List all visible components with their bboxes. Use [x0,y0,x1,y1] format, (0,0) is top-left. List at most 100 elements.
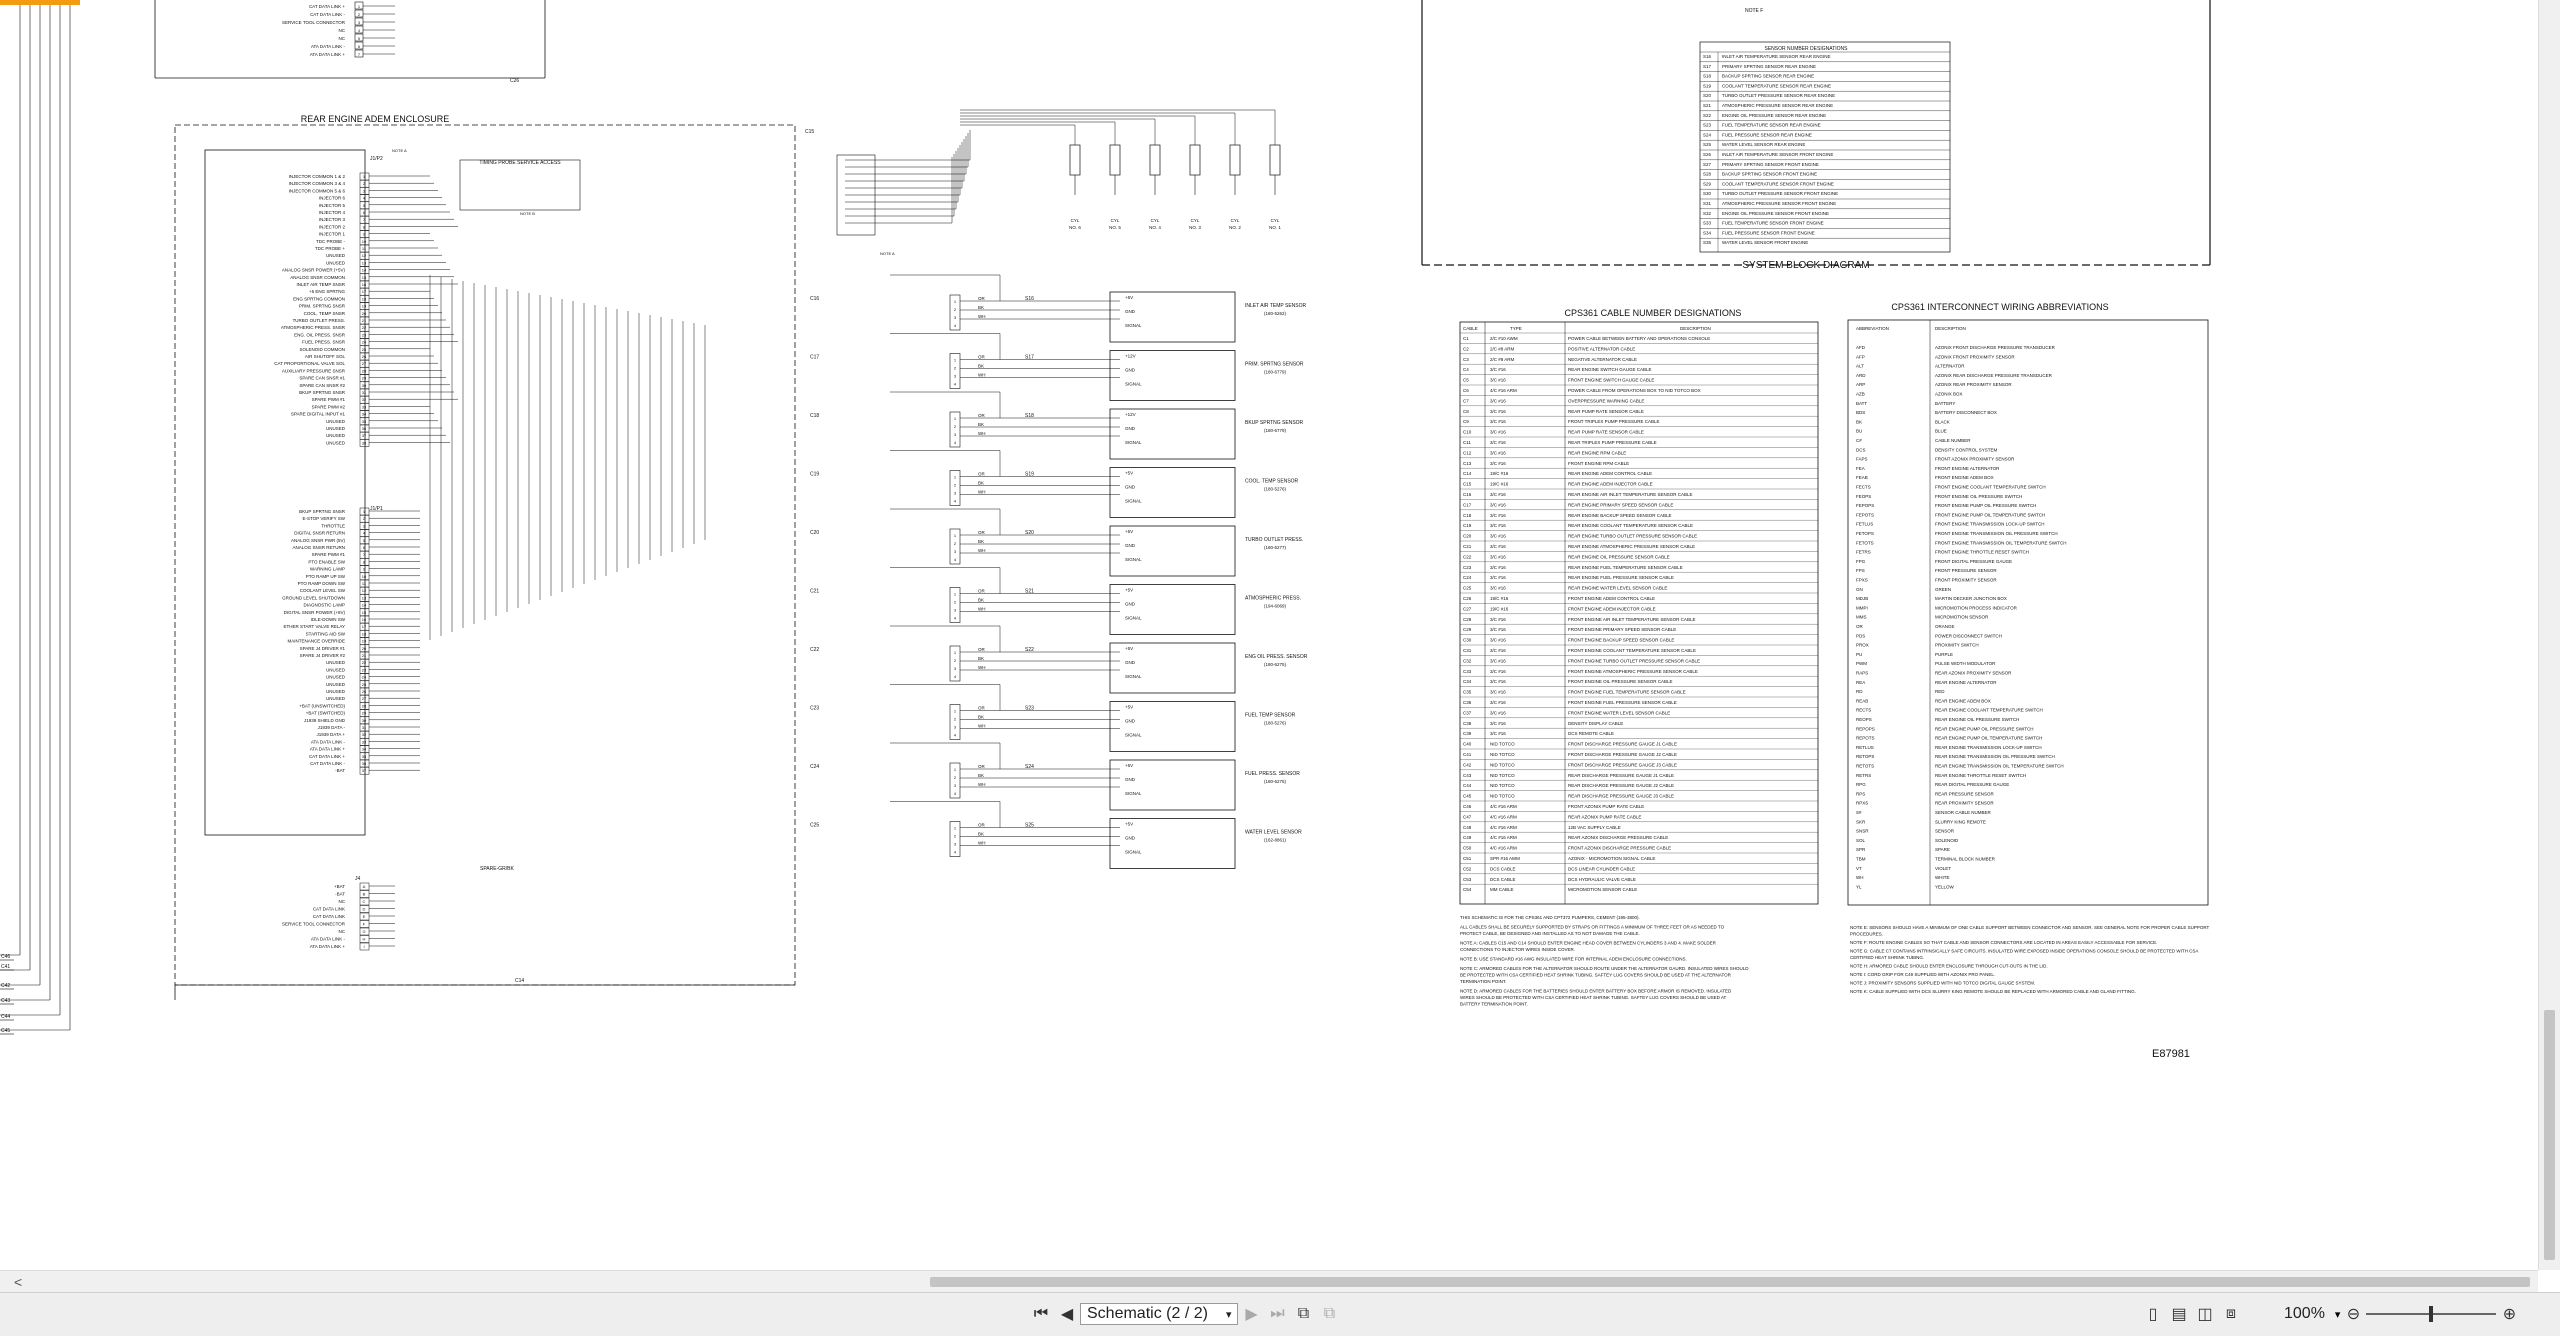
cable-code: C9 [1463,419,1469,424]
sensor-table-desc: WATER LEVEL SENSOR REAR ENGINE [1722,142,1805,147]
abbr-desc: YELLOW [1935,884,1955,889]
pin-number: 4 [954,791,957,796]
cable-desc: REAR ENGINE ADEM CONTROL CABLE [1568,471,1652,476]
pin-number: 37 [362,768,367,773]
adem-pin-label: UNUSED [326,682,346,687]
next-page-button[interactable]: ▶ [1240,1303,1262,1325]
adem-pin-label: ENG. OIL PRESS. SNSR [294,332,346,337]
cable-type: 3/C #16 [1490,586,1506,591]
zoom-out-icon[interactable]: ⊖ [2342,1303,2364,1325]
zoom-in-icon[interactable]: ⊕ [2498,1303,2520,1325]
pin-number: 34 [362,412,367,417]
adem-pin-label: SPARE CAN SNSR #1 [299,376,345,381]
sensor-table-code: S26 [1703,152,1712,157]
note-a-label: NOTE A [392,148,407,153]
pin-number: 4 [954,440,957,445]
pin-number: 2 [954,717,957,722]
sensor-part-number: (180-5262) [1264,311,1287,316]
abbr-code: MMS [1856,615,1867,620]
cylinder-label: NO. 4 [1149,225,1161,230]
cable-desc: DCS LINEAR CYLINDER CABLE [1568,866,1635,871]
pin-number: 3 [954,432,957,437]
cable-type: 4/C #16 ARM [1490,804,1517,809]
abbr-code: FEOPS [1856,494,1871,499]
single-page-view-icon[interactable]: ▯ [2142,1303,2164,1325]
cable-type: 3/C #16 [1490,700,1506,705]
pin-letter: G [362,929,365,934]
cable-desc: FRONT ENGINE ADEM CONTROL CABLE [1568,596,1655,601]
cable-type: 4/C #16 ARM [1490,835,1517,840]
first-page-button[interactable]: ⏮ [1030,1303,1052,1325]
scroll-left-arrow[interactable]: < [14,1271,22,1293]
cable-type: 19/C #16 [1490,471,1509,476]
cable-desc: DCS REMOTE CABLE [1568,731,1614,736]
previous-page-button[interactable]: ◀ [1056,1303,1078,1325]
pin-number: 14 [362,268,367,273]
zoom-slider-knob[interactable] [2429,1306,2434,1322]
cable-type: 3/C #16 [1490,617,1506,622]
abbr-desc: REAR ENGINE THROTTLE RESET SWITCH [1935,773,2026,778]
pin-number: 36 [362,761,367,766]
sensor-pin-label: +5V [1125,705,1133,710]
abbr-desc: AZONIX FRONT PROXIMITY SENSOR [1935,354,2015,359]
pin-number: 3 [363,523,366,528]
abbr-code: FAPS [1856,457,1868,462]
abbr-code: RETOTS [1856,764,1874,769]
sensor-part-number: (180-6275) [1264,779,1287,784]
pin-number: 13 [362,595,367,600]
cable-code: C30 [1463,638,1472,643]
horizontal-scroll-thumb[interactable] [930,1277,2530,1287]
edge-cable-label: C41 [1,964,10,970]
general-note: ALL CABLES SHALL BE SECURELY SUPPORTED B… [1460,925,1725,930]
cable-desc: FRONT ENGINE AIR INLET TEMPERATURE SENSO… [1568,617,1695,622]
cable-type: 3/C #16 [1490,450,1506,455]
sensor-name: TURBO OUTLET PRESS. [1245,537,1303,543]
fit-width-icon[interactable]: ⧉ [1318,1303,1340,1325]
cable-code: C48 [1463,825,1472,830]
cable-type: 3/C #16 [1490,658,1506,663]
sensor-cable-label: C16 [810,296,819,302]
chevron-down-icon: ▾ [1225,1308,1232,1321]
abbr-desc: PROXIMITY SWITCH [1935,643,1979,648]
cable-type: DCS CABLE [1490,866,1516,871]
adem-pin-label: INJECTOR 1 [319,232,346,237]
abbr-code: PU [1856,652,1862,657]
adem-pin-label: DIGITAL SNSR POWER (+8V) [284,610,346,615]
top-pin-label: SERVICE TOOL CONNECTOR [282,20,346,25]
last-page-button[interactable]: ⏭ [1266,1303,1288,1325]
sensor-table-code: S28 [1703,172,1712,177]
abbr-code: BK [1856,419,1862,424]
top-pin-label: CAT DATA LINK + [309,4,345,9]
cable-code: C6 [1463,388,1469,393]
cable-desc: FRONT ENGINE TURBO OUTLET PRESSURE SENSO… [1568,658,1700,663]
fit-page-icon[interactable]: ⧉ [1292,1303,1314,1325]
cable-code: C51 [1463,856,1472,861]
sensor-pin-label: GND [1125,602,1136,607]
abbr-header: DESCRIPTION [1935,326,1966,331]
cable-code: C24 [1463,575,1472,580]
cable-desc: FRONT ENGINE ATMOSPHERIC PRESSURE SENSOR… [1568,669,1698,674]
cable-desc: FRONT ENGINE SWITCH GAUGE CABLE [1568,378,1654,383]
abbr-desc: SOLENOID [1935,838,1959,843]
sensor-table-desc: PRIMARY SPRTING SENSOR REAR ENGINE [1722,64,1816,69]
continuous-two-page-icon[interactable]: ⧈ [2220,1303,2242,1325]
page-selector[interactable]: Schematic (2 / 2) ▾ [1080,1303,1239,1325]
cable-type: 3/C #16 [1490,378,1506,383]
two-page-view-icon[interactable]: ◫ [2194,1303,2216,1325]
zoom-level[interactable]: 100% [2284,1305,2325,1323]
abbr-code: FEA [1856,466,1865,471]
adem-pin-label: UNUSED [326,253,346,258]
abbr-desc: REAR PROXIMITY SENSOR [1935,801,1994,806]
cable-type: 3/C #16 [1490,440,1506,445]
chevron-down-icon[interactable]: ▾ [2335,1308,2341,1321]
vertical-scroll-thumb[interactable] [2544,1010,2555,1260]
horizontal-scrollbar[interactable]: < [0,1270,2538,1293]
zoom-slider[interactable] [2366,1303,2497,1325]
vertical-scrollbar[interactable] [2538,0,2560,1270]
continuous-view-icon[interactable]: ▤ [2168,1303,2190,1325]
abbr-table [1847,319,2209,906]
pin-number: 1 [954,533,957,538]
general-note: NOTE K: CABLE SUPPLIED WITH DCS SLURRY K… [1850,989,2136,994]
adem-pin-label: INJECTOR 4 [319,210,346,215]
cable-type: 19/C #16 [1490,596,1509,601]
